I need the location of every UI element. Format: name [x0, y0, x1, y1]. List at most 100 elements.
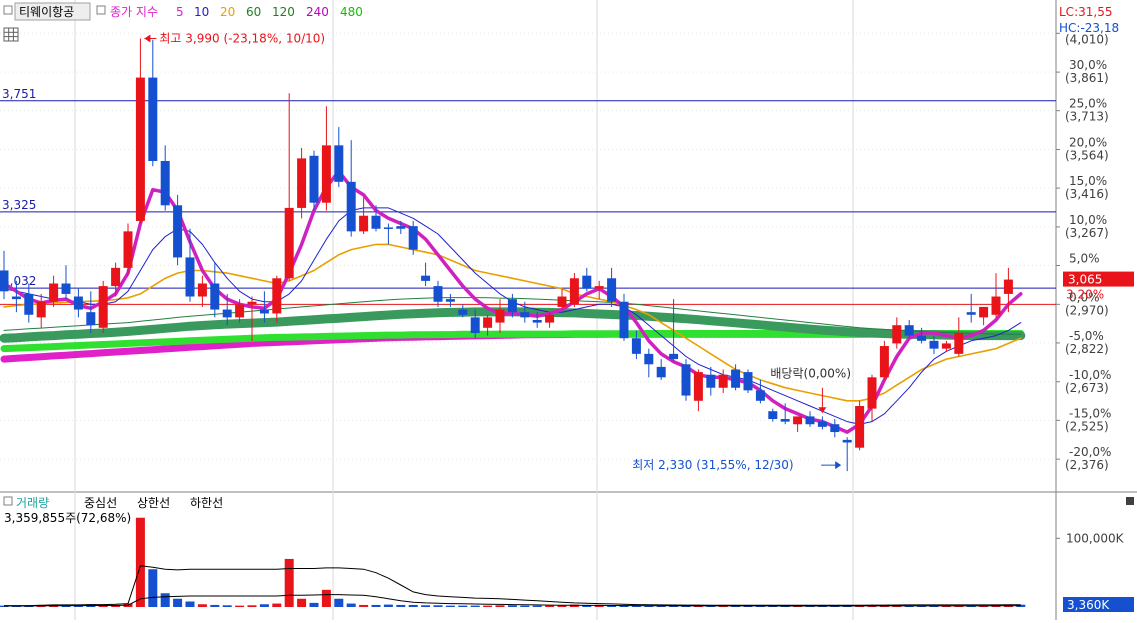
y-tick-percent: 5,0%	[1069, 252, 1100, 266]
volume-bar	[321, 589, 331, 607]
volume-bar	[433, 605, 443, 607]
volume-bar	[346, 603, 356, 607]
candle-body	[24, 293, 34, 315]
candle-body	[929, 340, 939, 349]
volume-bar	[197, 604, 207, 607]
candle-body	[11, 296, 21, 300]
candle-body	[768, 411, 778, 420]
grid-toggle-icon[interactable]	[3, 27, 19, 42]
level-line-label: 3,751	[2, 87, 36, 101]
candle-body	[123, 231, 133, 268]
y-tick-percent: -10,0%	[1069, 368, 1111, 382]
volume-maximize-icon[interactable]	[1126, 497, 1134, 505]
low-annotation: 최저 2,330 (31,55%, 12/30)	[632, 458, 793, 472]
y-tick-price: (3,713)	[1065, 110, 1109, 124]
candle-body	[607, 278, 617, 302]
candle-body	[879, 346, 889, 378]
stock-chart[interactable]: 3,751 3,325 3,032 최고 3,990 (-23,18%, 10/10)…	[0, 0, 1137, 620]
volume-bar	[160, 593, 170, 607]
volume-bar	[507, 605, 517, 607]
volume-bar	[272, 603, 282, 607]
candle-body	[582, 275, 592, 289]
ma-legend-item: 120	[272, 5, 295, 19]
volume-legend-item: 상한선	[137, 496, 170, 510]
candle-body	[61, 283, 71, 294]
ma-legend-item: 240	[306, 5, 329, 19]
candle-body	[49, 283, 59, 302]
candle-body	[842, 439, 852, 443]
candle-body	[631, 338, 641, 354]
candle-body	[917, 335, 927, 341]
candle-body	[297, 158, 307, 208]
candle-body	[979, 306, 989, 318]
y-tick-percent: 15,0%	[1069, 174, 1107, 188]
y-tick-price: (2,673)	[1065, 381, 1109, 395]
volume-bar	[557, 605, 567, 607]
chart-svg: 3,7513,3253,032최고 3,990 (-23,18%, 10/10)…	[0, 0, 1137, 620]
candle-body	[780, 419, 790, 422]
candle-body	[73, 296, 83, 310]
y-tick-percent: -15,0%	[1069, 406, 1111, 420]
volume-box-icon[interactable]	[3, 496, 13, 506]
candle-body	[284, 207, 294, 279]
candle-body	[557, 296, 567, 307]
volume-legend-item: 하한선	[190, 496, 223, 510]
candle-body	[495, 309, 505, 323]
candle-body	[755, 390, 765, 401]
candle-body	[1003, 279, 1013, 294]
candle-body	[197, 283, 207, 297]
candle-body	[594, 286, 604, 289]
candle-body	[569, 278, 579, 305]
volume-bar	[210, 604, 220, 607]
candle-body	[359, 215, 369, 232]
candle-body	[830, 424, 840, 433]
candle-body	[855, 405, 865, 448]
volume-y-label: 100,000K	[1066, 531, 1125, 545]
current-price-change: 3,20%	[1066, 288, 1104, 302]
legend-box-icon[interactable]	[3, 5, 13, 15]
volume-bar	[421, 605, 431, 607]
volume-bar	[247, 605, 257, 607]
high-annotation: 최고 3,990 (-23,18%, 10/10)	[159, 31, 325, 45]
candle-body	[135, 77, 145, 221]
volume-bar	[495, 605, 505, 607]
volume-bar	[396, 604, 406, 607]
candle-body	[507, 299, 517, 313]
candle-body	[346, 181, 356, 232]
candle-body	[210, 283, 220, 310]
y-tick-price: (3,564)	[1065, 149, 1109, 163]
volume-bar	[334, 598, 344, 607]
stock-name: 티웨이항공	[19, 5, 74, 19]
candle-body	[247, 301, 257, 305]
candle-body	[545, 314, 555, 323]
lc-label: LC:31,55	[1059, 5, 1112, 19]
indicator-box-icon[interactable]	[96, 5, 106, 15]
y-tick-price: (2,970)	[1065, 303, 1109, 317]
volume-bar	[148, 569, 158, 607]
volume-bar	[235, 605, 245, 607]
y-tick-percent: -5,0%	[1069, 329, 1104, 343]
candle-body	[272, 278, 282, 314]
candle-body	[173, 205, 183, 258]
current-price-value: 3,065	[1068, 273, 1102, 287]
candle-body	[421, 275, 431, 281]
y-tick-price: (3,416)	[1065, 187, 1109, 201]
candle-body	[371, 215, 381, 229]
volume-bar	[185, 601, 195, 607]
candle-body	[520, 312, 530, 318]
candle-body	[458, 309, 468, 315]
volume-bar	[445, 605, 455, 607]
candle-body	[98, 286, 108, 328]
candle-body	[706, 374, 716, 388]
candle-body	[743, 372, 753, 391]
ma-legend-item: 480	[340, 5, 363, 19]
ma-legend-item: 5	[176, 5, 184, 19]
volume-bar	[532, 605, 542, 607]
candle-body	[222, 309, 232, 318]
hc-label: HC:-23,18	[1059, 21, 1119, 35]
indicator-label: 종가 지수	[110, 5, 158, 19]
dividend-annotation: 배당락(0,00%)	[770, 366, 851, 380]
volume-bar	[520, 605, 530, 607]
y-tick-price: (2,376)	[1065, 458, 1109, 472]
candle-body	[793, 416, 803, 425]
